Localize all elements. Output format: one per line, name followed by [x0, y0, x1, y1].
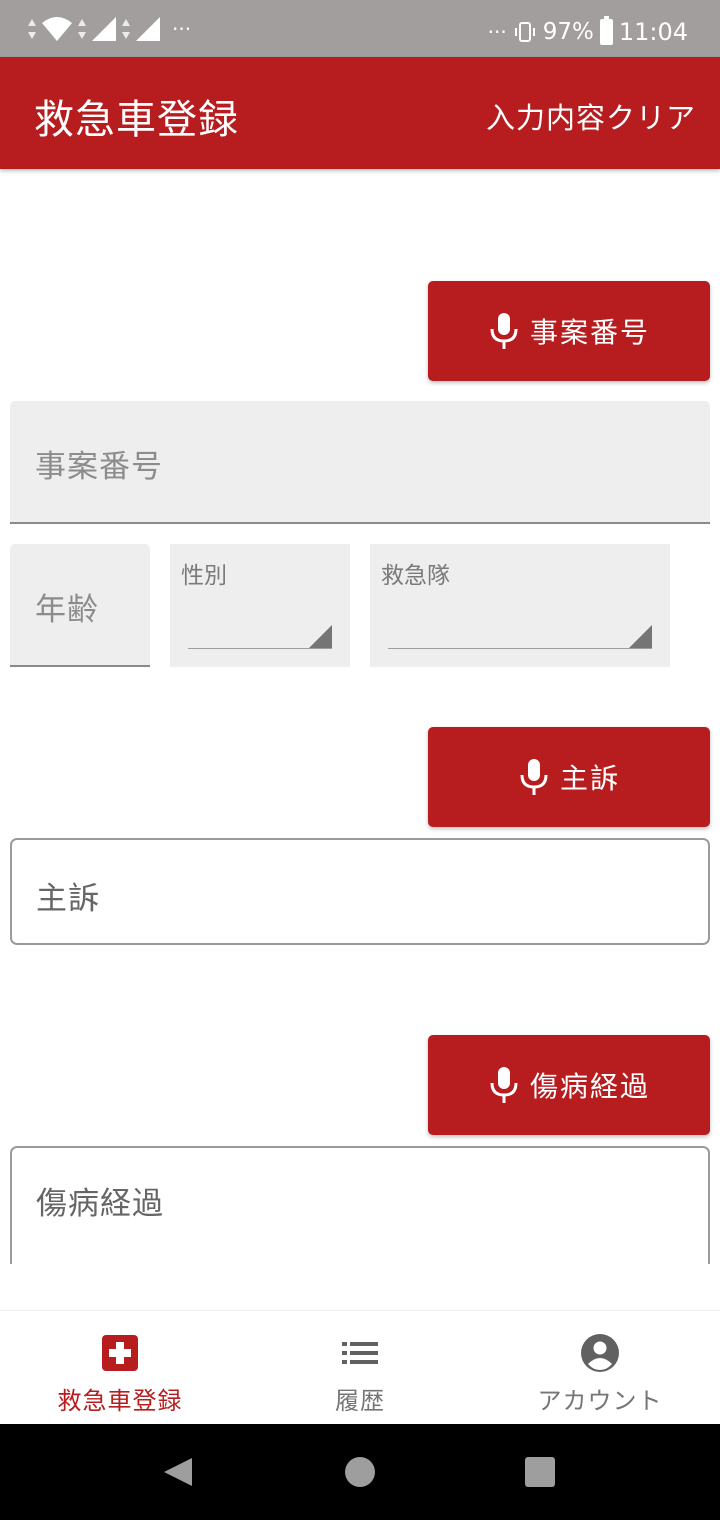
team-underline [388, 648, 652, 649]
more-status-icon: ··· [487, 20, 507, 44]
nav-label-ambulance-register: 救急車登録 [57, 1387, 183, 1415]
history-voice-button[interactable]: 傷病経過 [428, 1035, 710, 1135]
status-icons-right: ··· 97% 11:04 [488, 14, 688, 50]
gender-label: 性別 [181, 563, 227, 589]
microphone-icon [490, 313, 518, 349]
home-icon[interactable] [344, 1456, 376, 1488]
signal-icon [92, 17, 116, 41]
nav-item-ambulance-register[interactable]: 救急車登録 [0, 1311, 240, 1425]
bottom-navigation: 救急車登録 履歴 アカウント [0, 1310, 720, 1425]
team-select[interactable]: 救急隊 [370, 544, 670, 667]
recents-icon[interactable] [524, 1456, 556, 1488]
complaint-voice-button[interactable]: 主訴 [428, 727, 710, 827]
data-arrows-icon [28, 19, 36, 39]
dropdown-arrow-icon [309, 625, 332, 648]
signal-icon [136, 17, 160, 41]
history-field[interactable]: 傷病経過 [10, 1146, 710, 1264]
system-navigation-bar [0, 1424, 720, 1520]
dropdown-arrow-icon [629, 625, 652, 648]
app-bar: 救急車登録 入力内容クリア [0, 57, 720, 169]
vibrate-icon [514, 22, 535, 42]
hospital-cross-icon [102, 1335, 138, 1371]
battery-percent: 97% [542, 19, 594, 45]
case-number-field[interactable]: 事案番号 [10, 401, 710, 524]
history-field-clip: 傷病経過 [0, 1140, 720, 1264]
nav-item-history[interactable]: 履歴 [240, 1311, 480, 1425]
case-number-voice-label: 事案番号 [529, 316, 650, 349]
page-title: 救急車登録 [34, 97, 239, 143]
gender-select[interactable]: 性別 [170, 544, 350, 667]
data-arrows-icon [78, 19, 86, 39]
more-notifications-icon: ··· [172, 17, 192, 41]
clear-input-button[interactable]: 入力内容クリア [486, 95, 696, 137]
complaint-field[interactable]: 主訴 [10, 838, 710, 945]
case-number-placeholder: 事案番号 [35, 449, 163, 485]
history-voice-label: 傷病経過 [529, 1070, 650, 1103]
history-placeholder: 傷病経過 [36, 1186, 164, 1222]
battery-icon [599, 16, 613, 45]
nav-item-account[interactable]: アカウント [480, 1311, 720, 1425]
back-icon[interactable] [162, 1456, 194, 1488]
data-arrows-icon [122, 19, 130, 39]
account-circle-icon [581, 1334, 619, 1372]
complaint-placeholder: 主訴 [36, 881, 100, 917]
gender-underline [188, 648, 332, 649]
microphone-icon [520, 759, 548, 795]
status-icons-left: ··· [28, 14, 191, 44]
complaint-voice-label: 主訴 [559, 762, 620, 795]
team-label: 救急隊 [381, 563, 450, 589]
status-bar: ··· ··· 97% 11:04 [0, 0, 720, 57]
nav-label-history: 履歴 [335, 1387, 385, 1415]
clock: 11:04 [618, 18, 688, 46]
nav-label-account: アカウント [537, 1387, 663, 1415]
age-field[interactable]: 年齢 [10, 544, 150, 667]
list-icon [342, 1342, 378, 1364]
age-placeholder: 年齢 [35, 592, 99, 628]
case-number-voice-button[interactable]: 事案番号 [428, 281, 710, 381]
microphone-icon [490, 1067, 518, 1103]
wifi-icon [42, 17, 72, 41]
